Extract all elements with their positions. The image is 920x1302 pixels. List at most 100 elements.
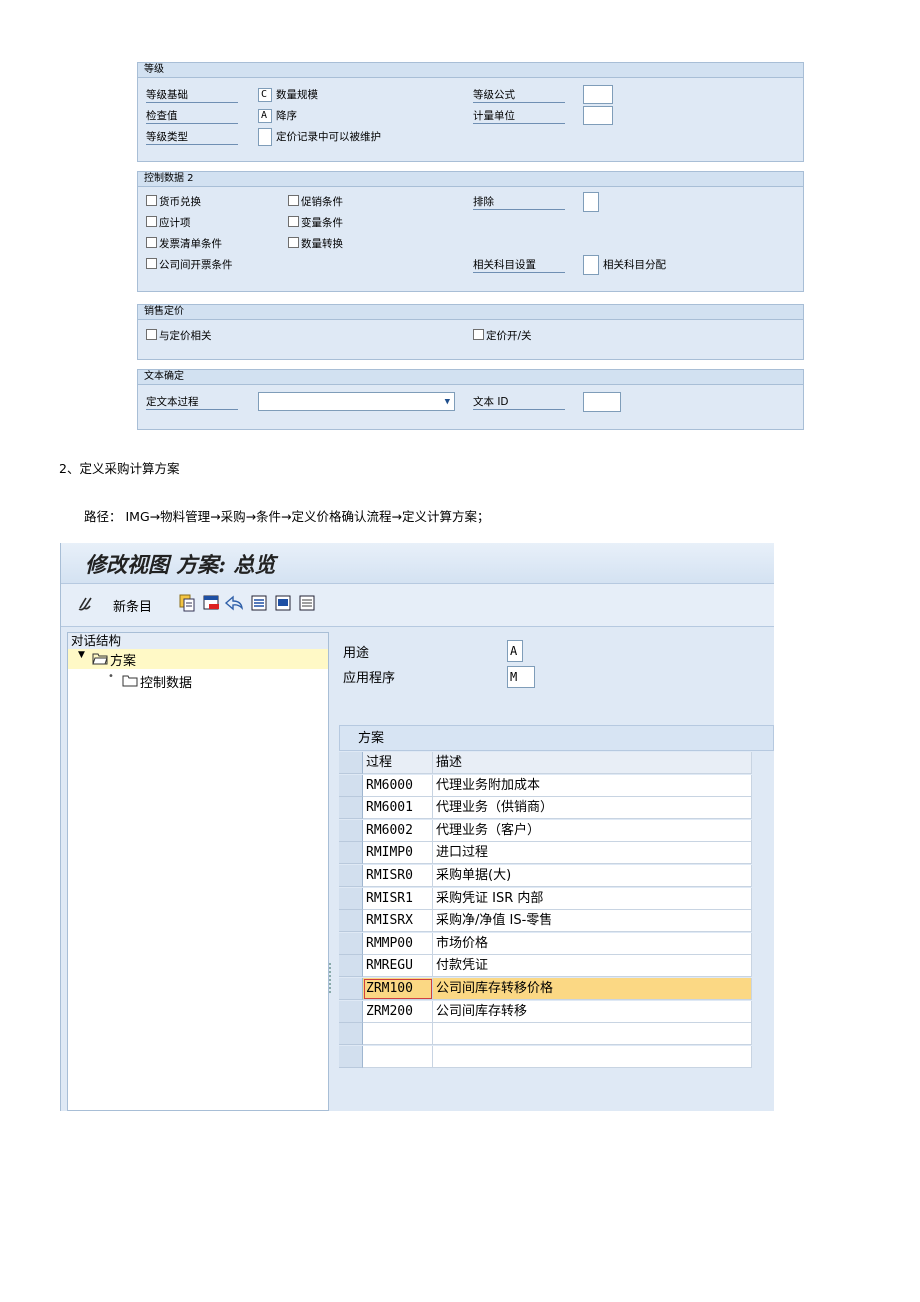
description-cell[interactable]: 公司间库存转移 (433, 1001, 752, 1023)
row-selector-button[interactable] (339, 1023, 363, 1045)
row-selector-button[interactable] (339, 978, 363, 1000)
procedure-cell[interactable]: RM6001 (363, 797, 433, 819)
procedure-cell[interactable]: RMIMP0 (363, 842, 433, 864)
table-row[interactable] (339, 1046, 752, 1068)
checkbox-variant[interactable]: 变量条件 (288, 216, 343, 230)
row-selector-button[interactable] (339, 1046, 363, 1068)
procedure-cell[interactable]: RMISR0 (363, 865, 433, 887)
table-row[interactable]: RMISRX 采购净/净值 IS-零售 (339, 910, 752, 932)
checkbox-icon[interactable] (288, 195, 299, 206)
row-selector-button[interactable] (339, 775, 363, 797)
description-cell[interactable]: 代理业务（供销商） (433, 797, 752, 819)
check-value-label: 检查值 (146, 109, 238, 124)
table-row[interactable]: RM6001 代理业务（供销商） (339, 797, 752, 819)
deselect-all-icon[interactable] (297, 593, 317, 613)
row-selector-button[interactable] (339, 820, 363, 842)
checkbox-invoice-list[interactable]: 发票清单条件 (146, 237, 222, 251)
chevron-down-icon[interactable]: ▼ (445, 396, 450, 408)
procedure-cell[interactable]: RMISR1 (363, 888, 433, 910)
description-cell[interactable]: 付款凭证 (433, 955, 752, 977)
table-row[interactable]: RMIMP0 进口过程 (339, 842, 752, 864)
dialog-structure-header: 对话结构 (68, 633, 328, 650)
table-row[interactable]: ZRM200 公司间库存转移 (339, 1001, 752, 1023)
checkbox-icon[interactable] (473, 329, 484, 340)
table-row[interactable] (339, 1023, 752, 1045)
usage-field[interactable]: A (507, 640, 523, 662)
table-row[interactable]: ZRM100 公司间库存转移价格 (339, 978, 752, 1000)
application-field[interactable]: M (507, 666, 535, 688)
row-selector-button[interactable] (339, 865, 363, 887)
tree-item-scheme[interactable]: 方案 (110, 650, 136, 669)
unit-field[interactable] (583, 106, 613, 125)
checkbox-qty-conversion[interactable]: 数量转换 (288, 237, 343, 251)
checkbox-pricing-related[interactable]: 与定价相关 (146, 329, 212, 343)
checkbox-icon[interactable] (146, 216, 157, 227)
description-cell[interactable] (433, 1046, 752, 1068)
scale-type-field[interactable] (258, 128, 272, 146)
row-selector-button[interactable] (339, 888, 363, 910)
edit-glasses-icon[interactable] (77, 593, 97, 613)
checkbox-icon[interactable] (146, 195, 157, 206)
row-selector-button[interactable] (339, 933, 363, 955)
checkbox-accrual[interactable]: 应计项 (146, 216, 191, 230)
account-settings-field[interactable] (583, 255, 599, 275)
table-row[interactable]: RMREGU 付款凭证 (339, 955, 752, 977)
checkbox-promo[interactable]: 促销条件 (288, 195, 343, 209)
checkbox-icon[interactable] (288, 216, 299, 227)
check-value-field[interactable]: A (258, 109, 272, 123)
expand-arrow-icon[interactable]: ▼ (78, 650, 85, 660)
description-cell[interactable]: 采购凭证 ISR 内部 (433, 888, 752, 910)
procedure-cell[interactable]: RMREGU (363, 955, 433, 977)
checkbox-icon[interactable] (146, 329, 157, 340)
table-row[interactable]: RM6000 代理业务附加成本 (339, 775, 752, 797)
scale-basis-field[interactable]: C (258, 88, 272, 102)
description-cell[interactable]: 采购单据(大) (433, 865, 752, 887)
description-cell[interactable]: 进口过程 (433, 842, 752, 864)
row-selector-button[interactable] (339, 797, 363, 819)
procedure-cell[interactable]: RM6002 (363, 820, 433, 842)
scale-formula-field[interactable] (583, 85, 613, 104)
select-all-rows-button[interactable] (339, 752, 363, 774)
checkbox-pricing-onoff[interactable]: 定价开/关 (473, 329, 532, 343)
procedure-cell[interactable] (363, 1023, 433, 1045)
procedure-cell[interactable] (363, 1046, 433, 1068)
column-header-procedure[interactable]: 过程 (363, 752, 433, 774)
exclusion-field[interactable] (583, 192, 599, 212)
procedure-cell[interactable]: RMISRX (363, 910, 433, 932)
table-row[interactable]: RMMP00 市场价格 (339, 933, 752, 955)
delete-icon[interactable] (201, 593, 221, 613)
row-selector-button[interactable] (339, 910, 363, 932)
checkbox-currency[interactable]: 货币兑换 (146, 195, 201, 209)
undo-icon[interactable] (223, 593, 245, 613)
procedure-cell[interactable]: RMMP00 (363, 933, 433, 955)
text-procedure-dropdown[interactable]: ▼ (258, 392, 455, 411)
table-row[interactable]: RMISR0 采购单据(大) (339, 865, 752, 887)
img-path-text: 路径： IMG→物料管理→采购→条件→定义价格确认流程→定义计算方案； (84, 509, 490, 524)
copy-icon[interactable] (177, 593, 197, 613)
tree-item-control-data[interactable]: 控制数据 (140, 672, 192, 691)
table-row[interactable]: RM6002 代理业务（客户） (339, 820, 752, 842)
new-entries-button[interactable]: 新条目 (113, 596, 152, 615)
row-selector-button[interactable] (339, 1001, 363, 1023)
procedure-cell[interactable]: ZRM200 (363, 1001, 433, 1023)
description-cell[interactable]: 代理业务附加成本 (433, 775, 752, 797)
column-header-description[interactable]: 描述 (433, 752, 752, 774)
procedure-cell[interactable]: ZRM100 (363, 978, 433, 1000)
procedure-cell[interactable]: RM6000 (363, 775, 433, 797)
description-cell[interactable]: 代理业务（客户） (433, 820, 752, 842)
checkbox-icon[interactable] (146, 258, 157, 269)
row-selector-button[interactable] (339, 842, 363, 864)
description-cell[interactable]: 公司间库存转移价格 (433, 978, 752, 1000)
description-cell[interactable] (433, 1023, 752, 1045)
checkbox-icon[interactable] (146, 237, 157, 248)
checkbox-icon[interactable] (288, 237, 299, 248)
table-row[interactable]: RMISR1 采购凭证 ISR 内部 (339, 888, 752, 910)
select-block-icon[interactable] (273, 593, 293, 613)
row-selector-button[interactable] (339, 955, 363, 977)
description-cell[interactable]: 采购净/净值 IS-零售 (433, 910, 752, 932)
checkbox-intercompany[interactable]: 公司间开票条件 (146, 258, 233, 272)
splitter-handle[interactable] (329, 963, 333, 993)
description-cell[interactable]: 市场价格 (433, 933, 752, 955)
text-id-field[interactable] (583, 392, 621, 412)
select-all-icon[interactable] (249, 593, 269, 613)
